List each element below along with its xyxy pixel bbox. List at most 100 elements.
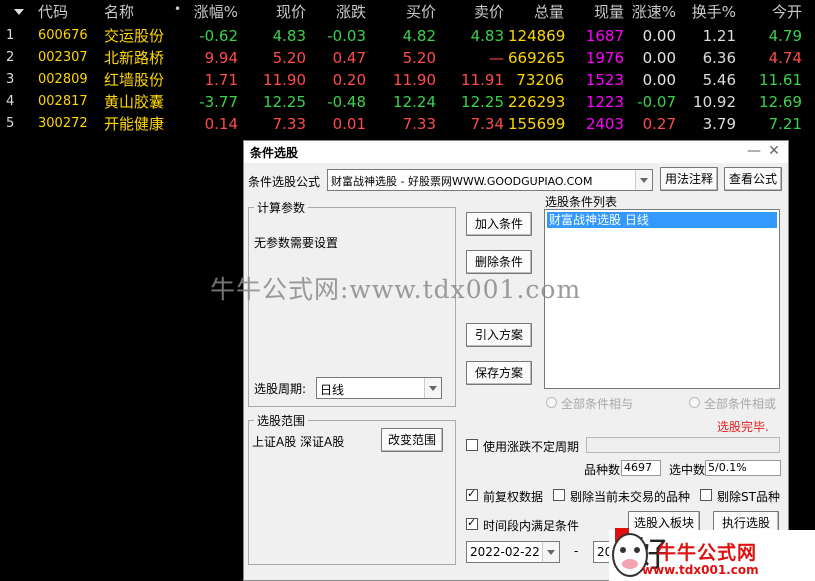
dialog-titlebar[interactable]: 条件选股 — ✕ <box>244 141 788 163</box>
header-volume[interactable]: 总量 <box>508 2 564 22</box>
price: 7.33 <box>272 115 306 133</box>
current-volume: 1976 <box>585 49 624 67</box>
uncertain-period-checkbox[interactable] <box>466 439 478 451</box>
speed: -0.07 <box>637 93 676 111</box>
exclude-st-label: 剔除ST品种 <box>717 490 780 504</box>
open-price: 7.21 <box>768 115 802 133</box>
site-badge: 牛牛公式网 www.tdx001.com <box>612 530 815 581</box>
speed: 0.00 <box>642 71 676 89</box>
list-item[interactable]: 财富战神选股 日线 <box>547 212 777 228</box>
price: 5.20 <box>272 49 306 67</box>
save-scheme-button[interactable]: 保存方案 <box>466 361 532 385</box>
start-date-picker[interactable]: 2022-02-22 <box>466 541 560 563</box>
open-price: 11.61 <box>759 71 802 89</box>
bid-price: 4.82 <box>402 27 436 45</box>
volume: 155699 <box>508 115 566 133</box>
header-bid[interactable]: 买价 <box>372 2 436 22</box>
header-code[interactable]: 代码 <box>38 2 96 22</box>
price: 4.83 <box>272 27 306 45</box>
table-row[interactable]: 4 002817 黄山胶囊 -3.77 12.25 -0.48 12.24 12… <box>0 90 815 112</box>
date-separator: - <box>574 544 579 558</box>
open-price: 4.79 <box>768 27 802 45</box>
start-date: 2022-02-22 <box>470 545 540 559</box>
table-row[interactable]: 2 002307 北新路桥 9.94 5.20 0.47 5.20 — 6692… <box>0 46 815 68</box>
ask-price: 12.25 <box>461 93 504 111</box>
import-scheme-button[interactable]: 引入方案 <box>466 323 532 347</box>
header-speed[interactable]: 涨速% <box>628 2 676 22</box>
formula-label: 条件选股公式 <box>248 175 321 189</box>
radio-all-and-label: 全部条件相与 <box>561 397 634 411</box>
stock-code: 002817 <box>38 94 88 109</box>
header-name[interactable]: 名称 <box>104 2 184 22</box>
header-ask[interactable]: 卖价 <box>442 2 504 22</box>
speed: 0.00 <box>642 49 676 67</box>
table-row[interactable]: 1 600676 交运股份 -0.62 4.83 -0.03 4.82 4.83… <box>0 24 815 46</box>
dialog-title: 条件选股 <box>250 146 299 160</box>
row-number: 4 <box>6 94 15 109</box>
stock-name: 交运股份 <box>104 27 165 45</box>
chevron-down-icon[interactable] <box>635 170 652 190</box>
stock-code: 002307 <box>38 50 88 65</box>
radio-all-and[interactable] <box>546 397 557 408</box>
add-condition-button[interactable]: 加入条件 <box>466 212 532 236</box>
formula-select[interactable]: 财富战神选股 - 好股票网WWW.GOODGUPIAO.COM <box>327 169 653 191</box>
exclude-untraded-checkbox[interactable] <box>553 489 565 501</box>
progress-bar <box>586 437 780 453</box>
view-formula-button[interactable]: 查看公式 <box>724 167 782 191</box>
header-cur-vol[interactable]: 现量 <box>570 2 624 22</box>
condition-select-dialog: 条件选股 — ✕ 条件选股公式 财富战神选股 - 好股票网WWW.GOODGUP… <box>243 140 789 581</box>
table-row[interactable]: 5 300272 开能健康 0.14 7.33 0.01 7.33 7.34 1… <box>0 112 815 134</box>
table-header: 代码 名称 • 涨幅% 现价 涨跌 买价 卖价 总量 现量 涨速% 换手% 今开 <box>0 0 815 24</box>
stock-code: 600676 <box>38 28 88 43</box>
header-turnover[interactable]: 换手% <box>690 2 736 22</box>
variety-label: 品种数 <box>584 463 621 477</box>
diff: -0.03 <box>327 27 366 45</box>
variety-count: 4697 <box>621 460 661 476</box>
header-chg-pct[interactable]: 涨幅% <box>180 2 238 22</box>
period-label: 选股周期: <box>254 382 307 396</box>
usage-notes-button[interactable]: 用法注释 <box>660 167 718 191</box>
volume: 73206 <box>516 71 564 89</box>
chg-pct: 1.71 <box>204 71 238 89</box>
turnover: 3.79 <box>702 115 736 133</box>
header-open[interactable]: 今开 <box>746 2 802 22</box>
stock-name: 开能健康 <box>104 115 165 133</box>
radio-all-or[interactable] <box>689 397 700 408</box>
watermark: 牛牛公式网:www.tdx001.com <box>210 275 582 304</box>
chevron-down-icon[interactable] <box>542 542 559 562</box>
header-price[interactable]: 现价 <box>250 2 306 22</box>
change-range-button[interactable]: 改变范围 <box>381 428 443 452</box>
minimize-icon[interactable]: — <box>746 143 762 159</box>
sort-dropdown-icon[interactable] <box>14 9 24 15</box>
close-icon[interactable]: ✕ <box>766 143 782 159</box>
pre-adjust-checkbox[interactable] <box>466 487 478 501</box>
current-volume: 1223 <box>585 93 624 111</box>
diff: 0.20 <box>332 71 366 89</box>
bid-price: 5.20 <box>402 49 436 67</box>
pre-adjust-label: 前复权数据 <box>483 490 544 504</box>
radio-all-or-label: 全部条件相或 <box>704 397 777 411</box>
params-group-label: 计算参数 <box>254 199 309 216</box>
ask-price: 7.34 <box>470 115 504 133</box>
chg-pct: -3.77 <box>199 93 238 111</box>
chevron-down-icon[interactable] <box>424 378 441 398</box>
period-select[interactable]: 日线 <box>316 377 442 399</box>
bid-price: 7.33 <box>402 115 436 133</box>
row-number: 1 <box>6 28 15 43</box>
time-range-checkbox[interactable] <box>466 516 478 530</box>
params-text: 无参数需要设置 <box>254 236 339 250</box>
time-range-label: 时间段内满足条件 <box>483 519 580 533</box>
ask-price: 11.91 <box>461 71 504 89</box>
exclude-st-checkbox[interactable] <box>700 489 712 501</box>
header-diff[interactable]: 涨跌 <box>312 2 366 22</box>
range-group-label: 选股范围 <box>254 412 309 429</box>
volume: 124869 <box>508 27 566 45</box>
condition-list-label: 选股条件列表 <box>545 195 618 209</box>
current-volume: 1687 <box>585 27 624 45</box>
formula-value: 财富战神选股 - 好股票网WWW.GOODGUPIAO.COM <box>331 175 593 188</box>
ask-price: — <box>489 49 504 67</box>
table-row[interactable]: 3 002809 红墙股份 1.71 11.90 0.20 11.90 11.9… <box>0 68 815 90</box>
price: 12.25 <box>263 93 306 111</box>
bid-price: 12.24 <box>393 93 436 111</box>
badge-url: www.tdx001.com <box>642 563 759 577</box>
